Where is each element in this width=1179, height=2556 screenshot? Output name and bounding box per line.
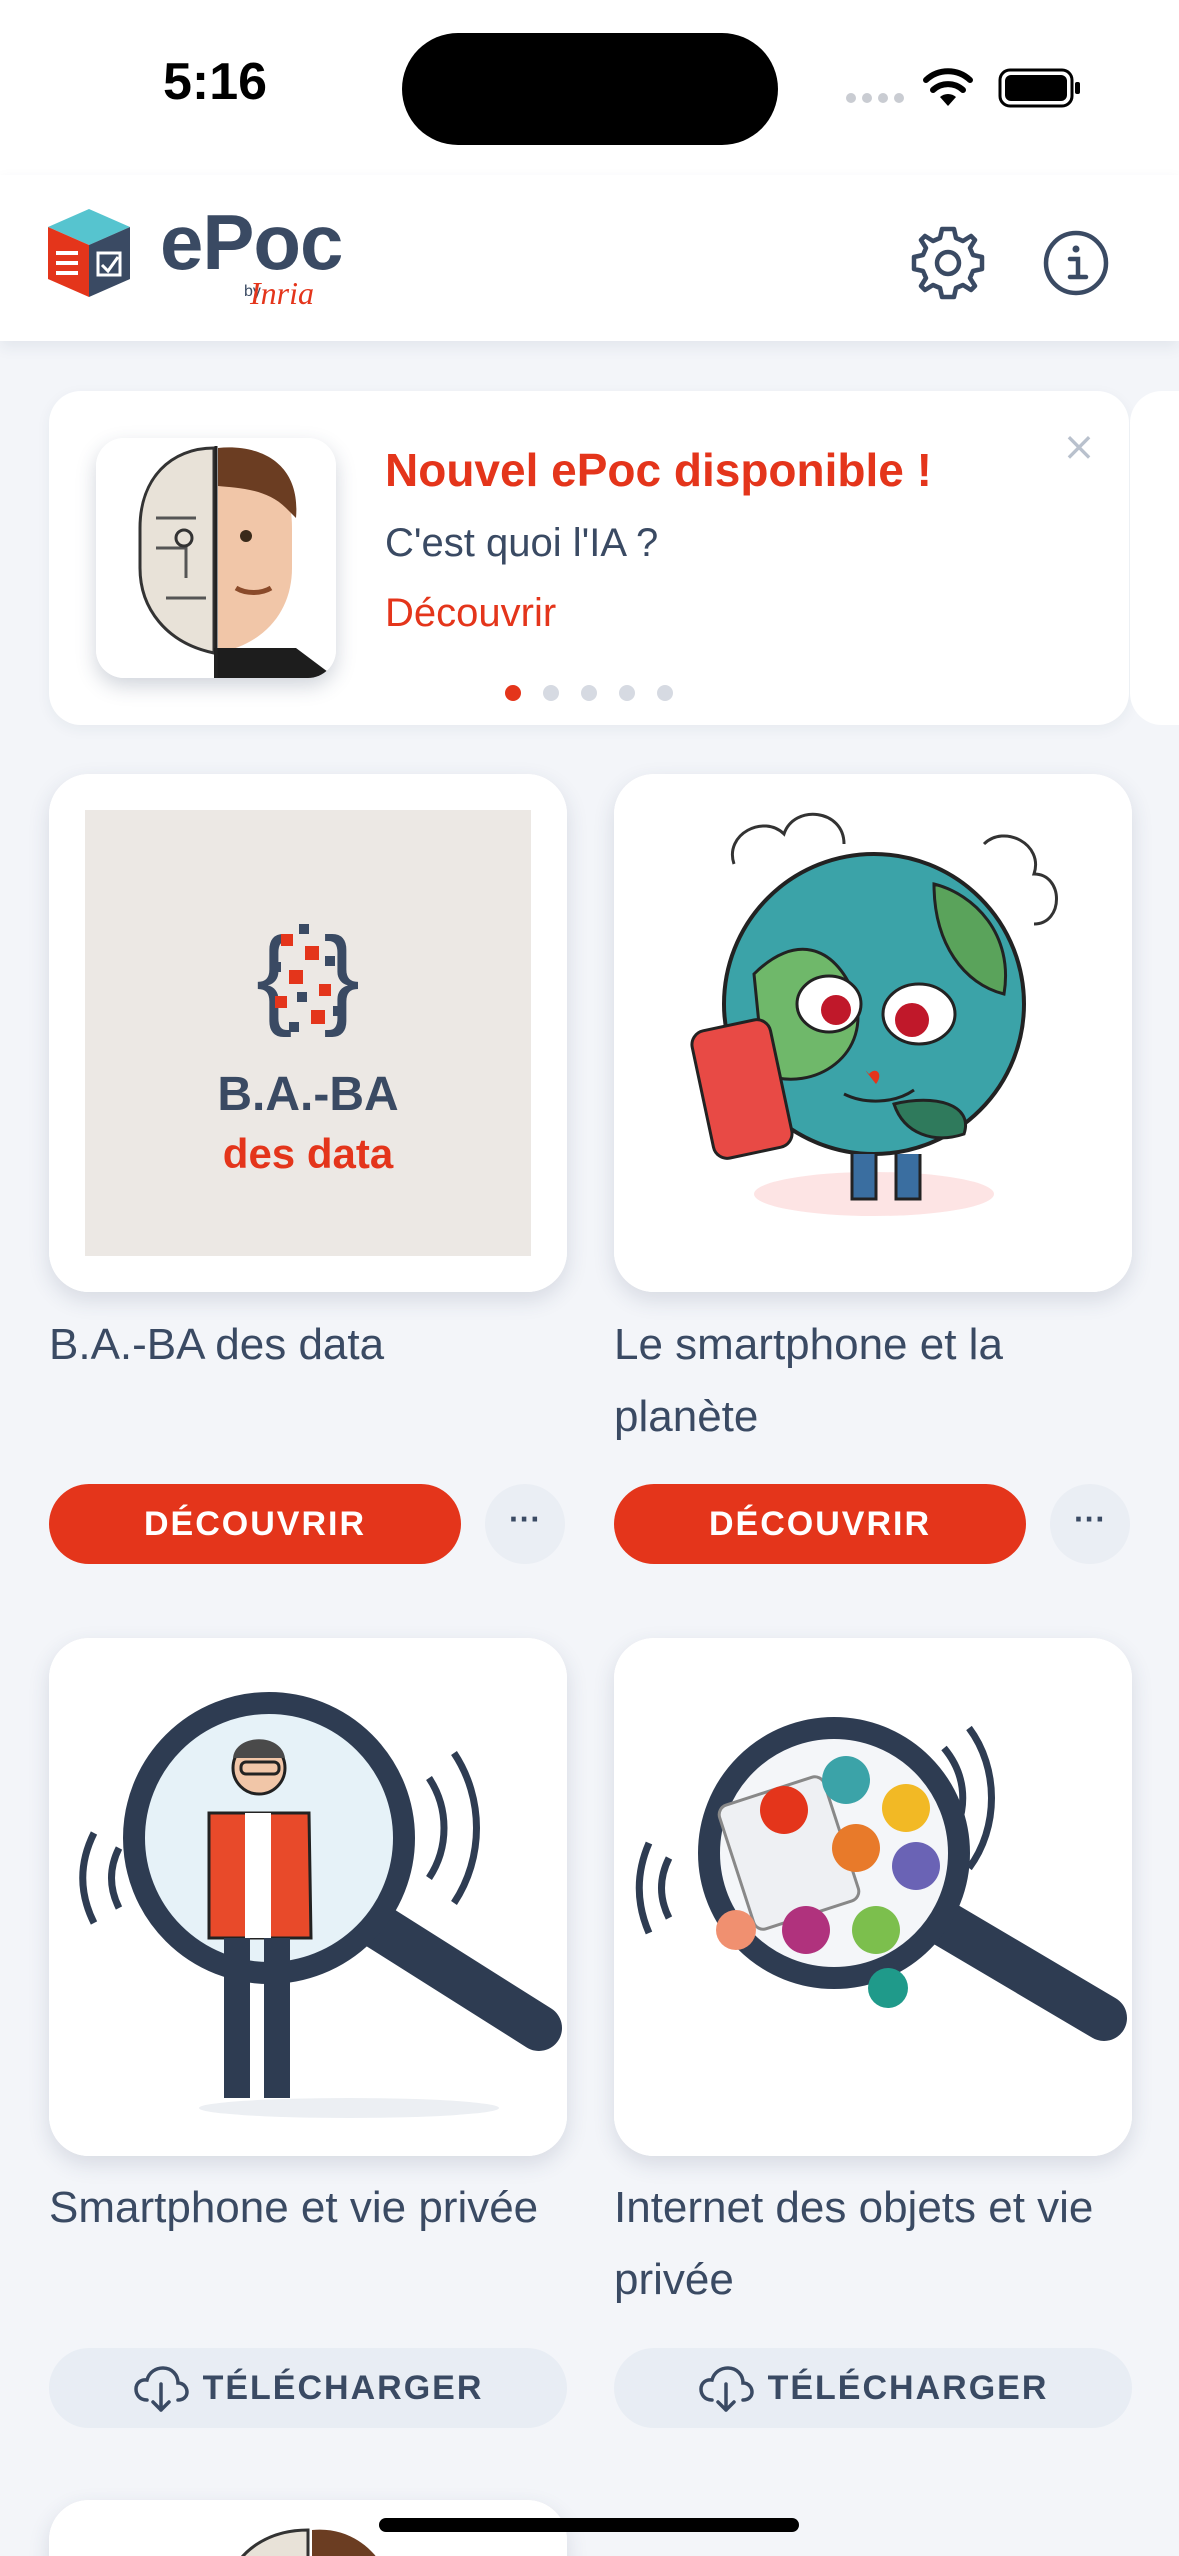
discover-button[interactable]: DÉCOUVRIR [614, 1484, 1026, 1564]
course-title: B.A.-BA des data [49, 1320, 385, 1369]
download-button[interactable]: TÉLÉCHARGER [49, 2348, 567, 2428]
cellular-signal-icon [846, 93, 904, 103]
status-bar: 5:16 [0, 0, 1179, 175]
logo-inria-brand: Inria [250, 275, 314, 311]
banner-discover-link[interactable]: Découvrir [385, 591, 556, 636]
download-label: TÉLÉCHARGER [202, 2368, 484, 2407]
course-image [614, 1638, 1132, 2156]
course-title: Le smartphone et la planète [614, 1320, 1003, 1441]
home-indicator[interactable] [379, 2518, 799, 2532]
next-banner-peek[interactable] [1130, 391, 1179, 725]
carousel-dot[interactable] [657, 685, 673, 701]
banner-subtitle: C'est quoi l'IA ? [385, 521, 659, 565]
wifi-icon [923, 68, 973, 106]
more-options-button[interactable]: ··· [485, 1484, 565, 1564]
carousel-dot[interactable] [619, 685, 635, 701]
battery-icon [998, 68, 1080, 108]
carousel-dot[interactable] [543, 685, 559, 701]
course-card-smartphone-privacy[interactable] [49, 1638, 567, 2156]
carousel-dot[interactable] [581, 685, 597, 701]
course-card-data-basics[interactable]: { } B.A.-BA des data [49, 774, 567, 1292]
info-icon[interactable] [1036, 223, 1116, 303]
course-image-line2: des data [223, 1130, 394, 1177]
course-card-iot-privacy[interactable] [614, 1638, 1132, 2156]
app-header: ePoc by Inria [0, 175, 1179, 341]
status-time: 5:16 [163, 53, 268, 111]
banner-thumbnail [96, 438, 336, 678]
more-options-button[interactable]: ··· [1050, 1484, 1130, 1564]
cloud-download-icon [698, 2366, 754, 2412]
download-label: TÉLÉCHARGER [767, 2368, 1049, 2407]
course-image [49, 1638, 567, 2156]
course-image-line1: B.A.-BA [217, 1068, 398, 1121]
close-icon[interactable]: × [1057, 425, 1101, 469]
course-card-smartphone-planet[interactable] [614, 774, 1132, 1292]
cloud-download-icon [133, 2366, 189, 2412]
gear-icon[interactable] [908, 223, 988, 303]
carousel-dot[interactable] [505, 685, 521, 701]
download-button[interactable]: TÉLÉCHARGER [614, 2348, 1132, 2428]
course-title: Internet des objets et vie privée [614, 2183, 1094, 2304]
dynamic-island [402, 33, 778, 145]
carousel-pagination [49, 685, 1129, 701]
banner-title: Nouvel ePoc disponible ! [385, 444, 932, 496]
discover-button[interactable]: DÉCOUVRIR [49, 1484, 461, 1564]
epoc-logo-icon [48, 209, 130, 297]
course-image [614, 774, 1132, 1292]
new-epoc-banner[interactable]: Nouvel ePoc disponible ! C'est quoi l'IA… [49, 391, 1129, 725]
course-image: { } B.A.-BA des data [49, 774, 567, 1292]
course-title: Smartphone et vie privée [49, 2183, 539, 2232]
